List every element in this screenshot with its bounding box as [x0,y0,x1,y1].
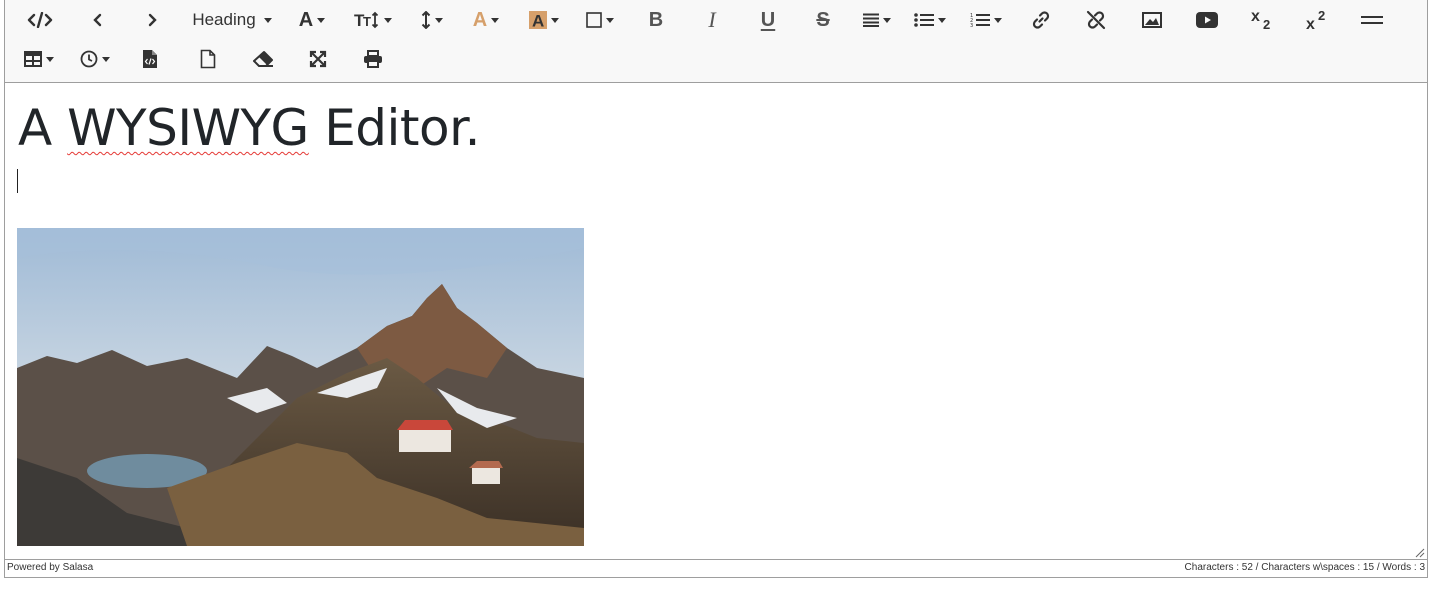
new-document-button[interactable] [193,44,223,74]
underline-button[interactable]: U [753,5,783,35]
bold-button[interactable]: B [641,5,671,35]
chevron-down-icon [46,56,54,62]
fullscreen-button[interactable] [303,44,333,74]
chevron-down-icon [551,17,559,23]
bullet-list-button[interactable] [909,5,951,35]
heading-text[interactable]: A WYSIWYG Editor. [18,96,480,160]
unlink-icon [1086,10,1106,30]
chevron-down-icon [384,17,392,23]
numbered-list-icon: 123 [970,13,990,27]
heading-pre: A [18,99,68,157]
strikethrough-icon: S [816,8,830,31]
code-view-icon [27,12,53,28]
chevron-down-icon [435,17,443,23]
numbered-list-button[interactable]: 123 [965,5,1007,35]
strikethrough-button[interactable]: S [808,5,838,35]
horizontal-rule-icon [1361,16,1383,24]
svg-text:T: T [363,14,371,29]
text-cursor [17,169,18,193]
font-color-icon: A [472,8,488,31]
chevron-down-icon [994,17,1002,23]
clear-format-button[interactable] [248,44,278,74]
undo-icon [93,13,102,27]
chevron-down-icon [102,56,110,62]
heading-post: Editor. [308,99,480,157]
align-button[interactable] [857,5,897,35]
font-color-button[interactable]: A [465,5,507,35]
line-height-button[interactable] [413,5,451,35]
svg-text:A: A [532,12,544,30]
editor-content[interactable]: A WYSIWYG Editor. [5,83,1427,560]
font-size-icon: TT [354,11,379,29]
misspelled-word: WYSIWYG [67,99,309,157]
bold-icon: B [648,8,664,31]
italic-button[interactable]: I [697,5,727,35]
highlight-color-icon: A [529,11,547,29]
print-button[interactable] [358,44,388,74]
heading-select[interactable]: Heading [185,5,279,35]
font-size-button[interactable]: TT [349,5,397,35]
svg-text:x: x [1306,16,1315,31]
superscript-button[interactable]: x2 [1301,5,1335,35]
subscript-icon: x2 [1251,9,1270,31]
history-icon [80,50,98,68]
chevron-down-icon [263,17,272,23]
insert-video-button[interactable] [1192,5,1222,35]
source-file-button[interactable] [135,44,165,74]
video-icon [1196,12,1218,28]
fullscreen-icon [309,50,327,68]
svg-text:2: 2 [1318,9,1325,23]
font-family-button[interactable]: A [292,5,332,35]
image-icon [1142,12,1162,28]
new-document-icon [200,49,216,69]
history-button[interactable] [75,44,115,74]
svg-text:2: 2 [1263,17,1270,31]
italic-icon: I [708,7,716,32]
unlink-button[interactable] [1081,5,1111,35]
highlight-color-button[interactable]: A [523,5,565,35]
insert-image-button[interactable] [1137,5,1167,35]
bullet-list-icon [914,13,934,27]
redo-button[interactable] [137,5,167,35]
eraser-icon [253,51,273,67]
superscript-icon: x2 [1306,9,1325,31]
character-count: Characters : 52 / Characters w\spaces : … [1184,562,1425,573]
table-icon [24,51,42,67]
underline-icon: U [760,8,776,31]
svg-text:3: 3 [970,23,973,27]
wysiwyg-editor: Heading A TT A A B I U S 1 2 3 x 2 x 2 A… [4,0,1428,578]
table-button[interactable] [19,44,59,74]
align-icon [863,13,879,27]
horizontal-rule-button[interactable] [1357,5,1387,35]
toolbar: Heading A TT A A B I U S 1 2 3 x 2 x 2 [5,0,1427,83]
heading-select-label: Heading [192,10,256,29]
border-button[interactable] [579,5,621,35]
chevron-down-icon [491,17,500,23]
undo-button[interactable] [83,5,113,35]
chevron-down-icon [883,17,891,23]
subscript-button[interactable]: x2 [1246,5,1280,35]
powered-by-label: Powered by Salasa [7,562,94,573]
border-icon [586,12,602,28]
chevron-down-icon [606,17,614,23]
link-icon [1032,11,1050,29]
print-icon [364,50,382,68]
svg-text:x: x [1251,9,1260,25]
redo-icon [148,13,157,27]
mountain-image[interactable] [17,228,584,546]
code-view-button[interactable] [23,5,57,35]
font-family-icon: A [298,8,314,31]
link-button[interactable] [1026,5,1056,35]
resize-handle-icon[interactable] [1415,548,1425,558]
chevron-down-icon [938,17,946,23]
status-bar: Powered by Salasa Characters : 52 / Char… [5,559,1427,577]
line-height-icon [421,11,431,29]
source-file-icon [143,50,157,68]
chevron-down-icon [317,17,326,23]
